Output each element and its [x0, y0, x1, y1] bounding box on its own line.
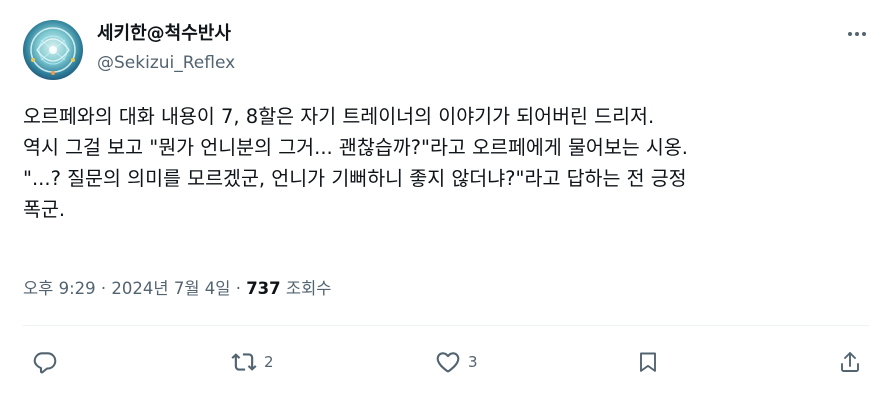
more-dots-icon: [848, 32, 852, 36]
views-count: 737: [246, 279, 281, 298]
retweet-icon: [231, 353, 257, 371]
more-options-button[interactable]: [843, 22, 871, 46]
share-icon: [841, 352, 859, 372]
tweet: 세키한@척수반사 @Sekizui_Reflex 오르페와의 대화 내용이 7,…: [0, 0, 886, 407]
tweet-date[interactable]: 2024년 7월 4일: [111, 279, 230, 298]
bookmark-button[interactable]: [636, 345, 660, 379]
divider: [23, 325, 869, 326]
tweet-metadata: 오후 9:29 · 2024년 7월 4일 · 737 조회수: [23, 279, 332, 298]
tweet-text-line: 오르페와의 대화 내용이 7, 8할은 자기 트레이너의 이야기가 되어버린 드…: [23, 105, 655, 128]
reply-icon: [33, 352, 57, 374]
bookmark-icon: [640, 352, 656, 372]
author-handle[interactable]: @Sekizui_Reflex: [97, 53, 235, 73]
tweet-text-line: 폭군.: [23, 198, 66, 221]
like-count: 3: [468, 353, 478, 371]
tweet-text: 오르페와의 대화 내용이 7, 8할은 자기 트레이너의 이야기가 되어버린 드…: [23, 101, 869, 225]
author-display-name[interactable]: 세키한@척수반사: [97, 19, 231, 45]
avatar[interactable]: [23, 20, 83, 80]
heart-icon: [436, 352, 460, 373]
like-button[interactable]: 3: [434, 345, 478, 379]
tweet-text-line: "...? 질문의 의미를 모르겠군, 언니가 기뻐하니 좋지 않더냐?"라고 …: [23, 167, 687, 190]
avatar-emblem-icon: [30, 27, 76, 75]
tweet-time[interactable]: 오후 9:29: [23, 279, 96, 298]
reply-button[interactable]: [32, 345, 64, 379]
retweet-button[interactable]: 2: [230, 345, 274, 379]
tweet-text-line: 역시 그걸 보고 "뭔가 언니분의 그거... 괜찮습까?"라고 오르페에게 물…: [23, 136, 689, 159]
retweet-count: 2: [264, 353, 274, 371]
views-label: 조회수: [285, 279, 332, 298]
share-button[interactable]: [838, 345, 862, 379]
